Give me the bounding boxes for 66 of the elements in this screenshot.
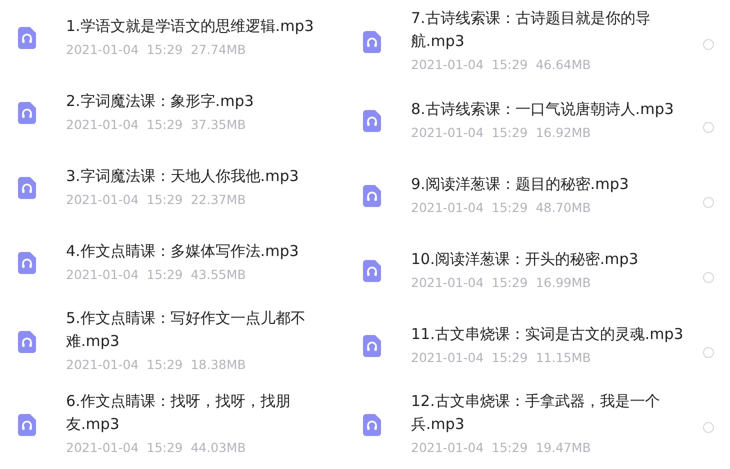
file-size: 18.38MB (190, 356, 246, 374)
file-size: 44.03MB (190, 439, 246, 457)
file-date: 2021-01-04 (66, 190, 139, 208)
file-time: 15:29 (492, 198, 528, 216)
file-date: 2021-01-04 (66, 40, 139, 58)
file-name[interactable]: 3.字词魔法课：天地人你我他.mp3 (66, 164, 321, 188)
radio-button[interactable] (703, 272, 714, 283)
file-name[interactable]: 6.作文点睛课：找呀，找呀，找朋友.mp3 (66, 390, 321, 436)
file-time: 15:29 (492, 348, 528, 366)
file-size: 43.55MB (190, 266, 246, 284)
file-date: 2021-01-04 (66, 266, 139, 284)
audio-file-icon (363, 30, 381, 52)
audio-file-icon (18, 252, 36, 274)
file-date: 2021-01-04 (411, 124, 484, 142)
file-size: 27.74MB (190, 40, 246, 58)
radio-button[interactable] (703, 197, 714, 208)
audio-file-icon (18, 176, 36, 198)
file-name[interactable]: 1.学语文就是学语文的思维逻辑.mp3 (66, 14, 321, 38)
audio-file-icon (363, 110, 381, 132)
file-size: 11.15MB (536, 348, 591, 366)
radio-button[interactable] (703, 347, 714, 358)
file-date: 2021-01-04 (66, 356, 139, 374)
radio-button[interactable] (703, 422, 714, 433)
file-name[interactable]: 5.作文点睛课：写好作文一点儿都不难.mp3 (66, 307, 321, 353)
audio-file-icon (363, 184, 381, 206)
audio-file-icon (18, 26, 36, 48)
file-name[interactable]: 8.古诗线索课：一口气说唐朝诗人.mp3 (411, 98, 691, 120)
file-date: 2021-01-04 (66, 439, 139, 457)
audio-file-icon (363, 260, 381, 282)
file-name[interactable]: 7.古诗线索课：古诗题目就是你的导航.mp3 (411, 7, 691, 53)
file-size: 46.64MB (536, 56, 591, 74)
file-time: 15:29 (146, 439, 183, 457)
file-date: 2021-01-04 (411, 439, 484, 457)
file-name[interactable]: 9.阅读洋葱课：题目的秘密.mp3 (411, 172, 691, 196)
file-name[interactable]: 12.古文串烧课：手拿武器，我是一个兵.mp3 (411, 390, 691, 436)
file-date: 2021-01-04 (66, 116, 139, 134)
radio-button[interactable] (703, 39, 714, 50)
file-date: 2021-01-04 (411, 348, 484, 366)
file-size: 22.37MB (190, 190, 246, 208)
file-size: 48.70MB (536, 198, 591, 216)
file-name[interactable]: 4.作文点睛课：多媒体写作法.mp3 (66, 240, 321, 262)
file-size: 16.92MB (536, 124, 591, 142)
file-time: 15:29 (492, 274, 528, 292)
radio-button[interactable] (703, 122, 714, 133)
file-time: 15:29 (492, 56, 528, 74)
audio-file-icon (18, 330, 36, 352)
file-size: 37.35MB (190, 116, 246, 134)
audio-file-icon (18, 414, 36, 436)
audio-file-icon (363, 414, 381, 436)
file-date: 2021-01-04 (411, 274, 484, 292)
file-time: 15:29 (492, 439, 528, 457)
file-name[interactable]: 2.字词魔法课：象形字.mp3 (66, 90, 321, 112)
file-name[interactable]: 10.阅读洋葱课：开头的秘密.mp3 (411, 248, 691, 270)
file-time: 15:29 (492, 124, 528, 142)
file-date: 2021-01-04 (411, 56, 484, 74)
audio-file-icon (18, 102, 36, 124)
file-size: 19.47MB (536, 439, 591, 457)
file-time: 15:29 (146, 266, 183, 284)
file-name[interactable]: 11.古文串烧课：实词是古文的灵魂.mp3 (411, 322, 691, 346)
file-date: 2021-01-04 (411, 198, 484, 216)
file-time: 15:29 (146, 356, 183, 374)
file-time: 15:29 (146, 40, 183, 58)
audio-file-icon (363, 334, 381, 356)
file-time: 15:29 (146, 116, 183, 134)
file-size: 16.99MB (536, 274, 591, 292)
file-time: 15:29 (146, 190, 183, 208)
